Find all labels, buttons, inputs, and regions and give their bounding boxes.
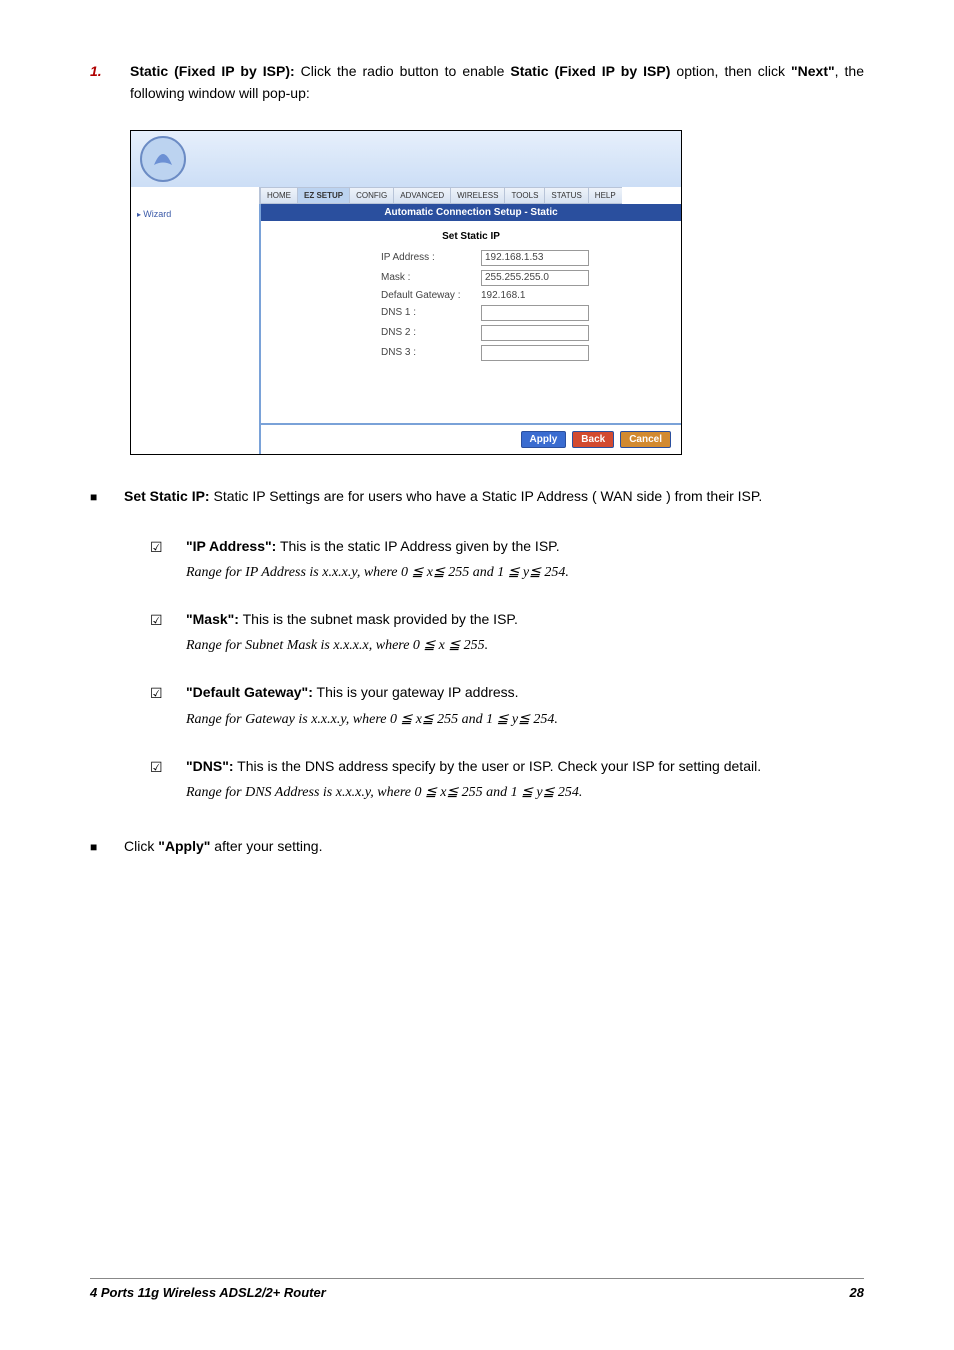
check-icon: ☑ [150, 754, 186, 805]
item-ip-body: This is the static IP Address given by t… [276, 538, 559, 554]
item-dns-range: Range for DNS Address is x.x.x.y, where … [186, 785, 582, 800]
input-dns3[interactable] [481, 345, 589, 361]
tab-help[interactable]: HELP [588, 187, 622, 204]
item-ip-head: "IP Address": [186, 538, 276, 554]
tab-status[interactable]: STATUS [544, 187, 587, 204]
router-logo-icon [139, 135, 187, 183]
step-bold2: Static (Fixed IP by ISP) [510, 63, 670, 79]
set-static-body: Static IP Settings are for users who hav… [210, 488, 763, 504]
back-button[interactable]: Back [572, 431, 614, 448]
apply-line-pre: Click [124, 838, 158, 854]
sidebar-item-wizard[interactable]: Wizard [131, 207, 259, 221]
bullet-square-icon: ■ [90, 485, 124, 509]
value-default-gateway: 192.168.1 [481, 290, 526, 301]
item-dns-body: This is the DNS address specify by the u… [234, 758, 762, 774]
label-ip-address: IP Address : [381, 252, 481, 263]
tab-wireless[interactable]: WIRELESS [450, 187, 504, 204]
check-icon: ☑ [150, 680, 186, 731]
step-number: 1. [90, 60, 130, 105]
step-mid2: option, then click [670, 63, 791, 79]
tab-ezsetup[interactable]: EZ SETUP [297, 187, 349, 204]
tab-home[interactable]: HOME [260, 187, 297, 204]
step-mid1: Click the radio button to enable [295, 63, 511, 79]
label-default-gateway: Default Gateway : [381, 290, 481, 301]
apply-line-post: after your setting. [210, 838, 322, 854]
footer-page: 28 [850, 1285, 864, 1300]
step-bold3: "Next" [791, 63, 835, 79]
cancel-button[interactable]: Cancel [620, 431, 671, 448]
label-mask: Mask : [381, 272, 481, 283]
item-mask-range: Range for Subnet Mask is x.x.x.x, where … [186, 638, 488, 653]
item-gw-range: Range for Gateway is x.x.x.y, where 0 ≦ … [186, 712, 558, 727]
apply-line-bold: "Apply" [158, 838, 210, 854]
apply-button[interactable]: Apply [521, 431, 567, 448]
panel-subtitle: Set Static IP [261, 221, 681, 248]
set-static-head: Set Static IP: [124, 488, 210, 504]
tab-config[interactable]: CONFIG [349, 187, 393, 204]
item-gw-body: This is your gateway IP address. [313, 684, 519, 700]
item-mask-head: "Mask": [186, 611, 239, 627]
step-prefix: Static (Fixed IP by ISP): [130, 63, 295, 79]
check-icon: ☑ [150, 607, 186, 658]
panel-title: Automatic Connection Setup - Static [261, 204, 681, 221]
input-dns2[interactable] [481, 325, 589, 341]
nav-tabs: HOME EZ SETUP CONFIG ADVANCED WIRELESS T… [260, 187, 681, 204]
item-mask-body: This is the subnet mask provided by the … [239, 611, 518, 627]
screenshot-header [131, 131, 681, 187]
check-icon: ☑ [150, 534, 186, 585]
footer-title: 4 Ports 11g Wireless ADSL2/2+ Router [90, 1285, 326, 1300]
item-ip-range: Range for IP Address is x.x.x.y, where 0… [186, 565, 569, 580]
tab-advanced[interactable]: ADVANCED [393, 187, 450, 204]
input-dns1[interactable] [481, 305, 589, 321]
router-screenshot: HOME EZ SETUP CONFIG ADVANCED WIRELESS T… [130, 130, 682, 455]
item-gw-head: "Default Gateway": [186, 684, 313, 700]
tab-tools[interactable]: TOOLS [504, 187, 544, 204]
input-ip-address[interactable]: 192.168.1.53 [481, 250, 589, 266]
label-dns1: DNS 1 : [381, 307, 481, 318]
input-mask[interactable]: 255.255.255.0 [481, 270, 589, 286]
item-dns-head: "DNS": [186, 758, 234, 774]
label-dns2: DNS 2 : [381, 327, 481, 338]
bullet-square-icon: ■ [90, 835, 124, 859]
label-dns3: DNS 3 : [381, 347, 481, 358]
step-text: Static (Fixed IP by ISP): Click the radi… [130, 63, 864, 101]
